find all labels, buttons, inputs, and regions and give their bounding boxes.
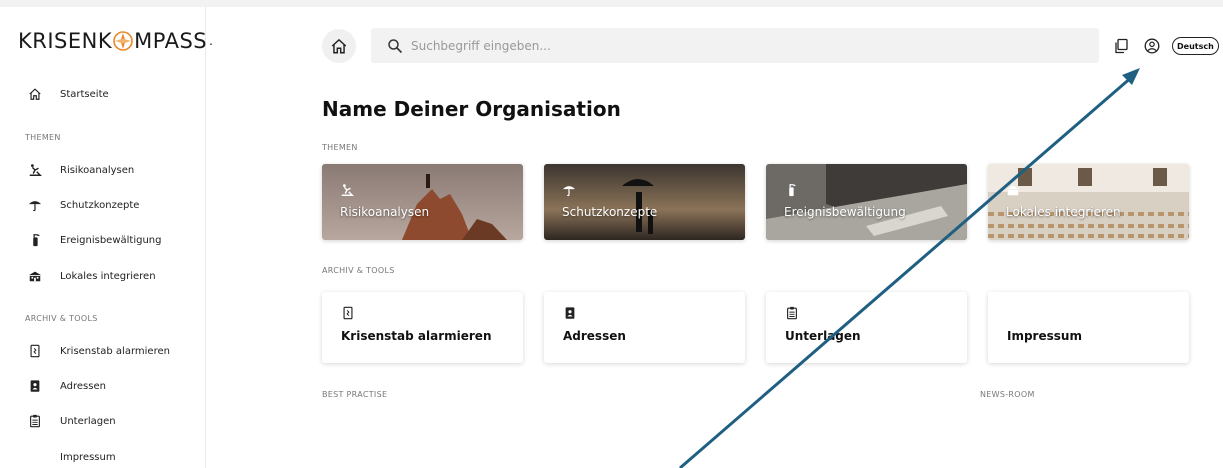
sidebar-section-tools: ARCHIV & TOOLS <box>25 314 98 323</box>
sidebar-item-lokales-integrieren[interactable]: Lokales integrieren <box>26 267 156 285</box>
copy-button[interactable] <box>1112 37 1130 55</box>
theme-card-label: Schutzkonzepte <box>562 205 658 219</box>
logo-text-left: KRISENK <box>18 29 113 53</box>
home-icon <box>26 85 44 103</box>
sidebar-item-impressum[interactable]: Impressum <box>26 448 116 466</box>
sidebar-item-risikoanalysen[interactable]: Risikoanalysen <box>26 161 134 179</box>
theme-card-label: Risikoanalysen <box>340 205 430 219</box>
card-background-image <box>988 164 1189 240</box>
extinguisher-icon <box>26 231 44 249</box>
clipboard-icon <box>787 306 797 320</box>
climber-icon <box>341 184 354 196</box>
account-button[interactable] <box>1143 37 1161 55</box>
tool-card-adressen[interactable]: Adressen <box>544 292 745 363</box>
sidebar-item-ereignisbewaeltigung[interactable]: Ereignisbewältigung <box>26 231 161 249</box>
card-background-image <box>766 164 967 240</box>
search-input[interactable] <box>409 37 1013 54</box>
tool-card-label: Impressum <box>1007 329 1082 343</box>
tool-card-label: Krisenstab alarmieren <box>341 329 492 343</box>
sidebar-item-label: Startseite <box>60 88 109 100</box>
sidebar-section-themes: THEMEN <box>25 133 61 142</box>
sidebar-item-label: Unterlagen <box>60 415 116 427</box>
section-label-tools: ARCHIV & TOOLS <box>322 266 395 275</box>
sidebar: KRISENK MPASS . Startseite THEMEN Risiko… <box>0 7 213 468</box>
tool-card-impressum[interactable]: Impressum <box>988 292 1189 363</box>
phone-alert-icon <box>26 342 44 360</box>
phone-alert-icon <box>343 306 353 320</box>
umbrella-icon <box>26 196 44 214</box>
tool-card-label: Adressen <box>563 329 626 343</box>
home-button[interactable] <box>322 29 356 63</box>
card-background-image <box>544 164 745 240</box>
section-label-best-practise: BEST PRACTISE <box>322 390 388 399</box>
sidebar-item-home[interactable]: Startseite <box>26 85 109 103</box>
address-book-icon <box>565 307 575 319</box>
search-bar[interactable] <box>371 28 1099 63</box>
building-icon <box>26 267 44 285</box>
compass-logo-icon <box>113 31 133 51</box>
tool-card-unterlagen[interactable]: Unterlagen <box>766 292 967 363</box>
theme-card-lokales-integrieren[interactable]: Lokales integrieren <box>988 164 1189 240</box>
sidebar-item-label: Schutzkonzepte <box>60 199 140 211</box>
section-label-news-room: NEWS-ROOM <box>980 390 1035 399</box>
search-icon <box>388 38 403 53</box>
theme-card-label: Lokales integrieren <box>1006 205 1121 219</box>
theme-card-ereignisbewaeltigung[interactable]: Ereignisbewältigung <box>766 164 967 240</box>
sidebar-item-label: Ereignisbewältigung <box>60 234 162 246</box>
logo-dot: . <box>209 34 214 48</box>
tool-card-label: Unterlagen <box>785 329 861 343</box>
page-title: Name Deiner Organisation <box>322 97 621 121</box>
sidebar-item-label: Impressum <box>60 451 116 463</box>
section-label-themes: THEMEN <box>322 143 358 152</box>
clipboard-icon <box>26 412 44 430</box>
sidebar-item-adressen[interactable]: Adressen <box>26 377 106 395</box>
extinguisher-icon <box>789 184 796 197</box>
building-icon <box>1006 185 1020 196</box>
sidebar-item-label: Lokales integrieren <box>60 270 156 282</box>
top-strip <box>0 0 1223 7</box>
tool-card-krisenstab-alarmieren[interactable]: Krisenstab alarmieren <box>322 292 523 363</box>
home-icon <box>331 38 347 54</box>
address-book-icon <box>26 377 44 395</box>
language-button[interactable]: Deutsch <box>1172 37 1219 55</box>
user-circle-icon <box>1144 38 1160 54</box>
card-background-image <box>322 164 523 240</box>
sidebar-item-schutzkonzepte[interactable]: Schutzkonzepte <box>26 196 139 214</box>
sidebar-item-unterlagen[interactable]: Unterlagen <box>26 412 116 430</box>
umbrella-icon <box>562 186 576 197</box>
theme-card-label: Ereignisbewältigung <box>784 205 906 219</box>
copy-icon <box>1115 38 1128 54</box>
sidebar-item-krisenstab-alarmieren[interactable]: Krisenstab alarmieren <box>26 342 170 360</box>
sidebar-item-label: Adressen <box>60 380 106 392</box>
logo-text-right: MPASS <box>134 29 208 53</box>
sidebar-item-label: Risikoanalysen <box>60 164 135 176</box>
theme-card-risikoanalysen[interactable]: Risikoanalysen <box>322 164 523 240</box>
sidebar-item-label: Krisenstab alarmieren <box>60 345 170 357</box>
climber-icon <box>26 161 44 179</box>
theme-card-schutzkonzepte[interactable]: Schutzkonzepte <box>544 164 745 240</box>
logo[interactable]: KRISENK MPASS . <box>18 29 213 53</box>
language-label: Deutsch <box>1177 41 1214 51</box>
